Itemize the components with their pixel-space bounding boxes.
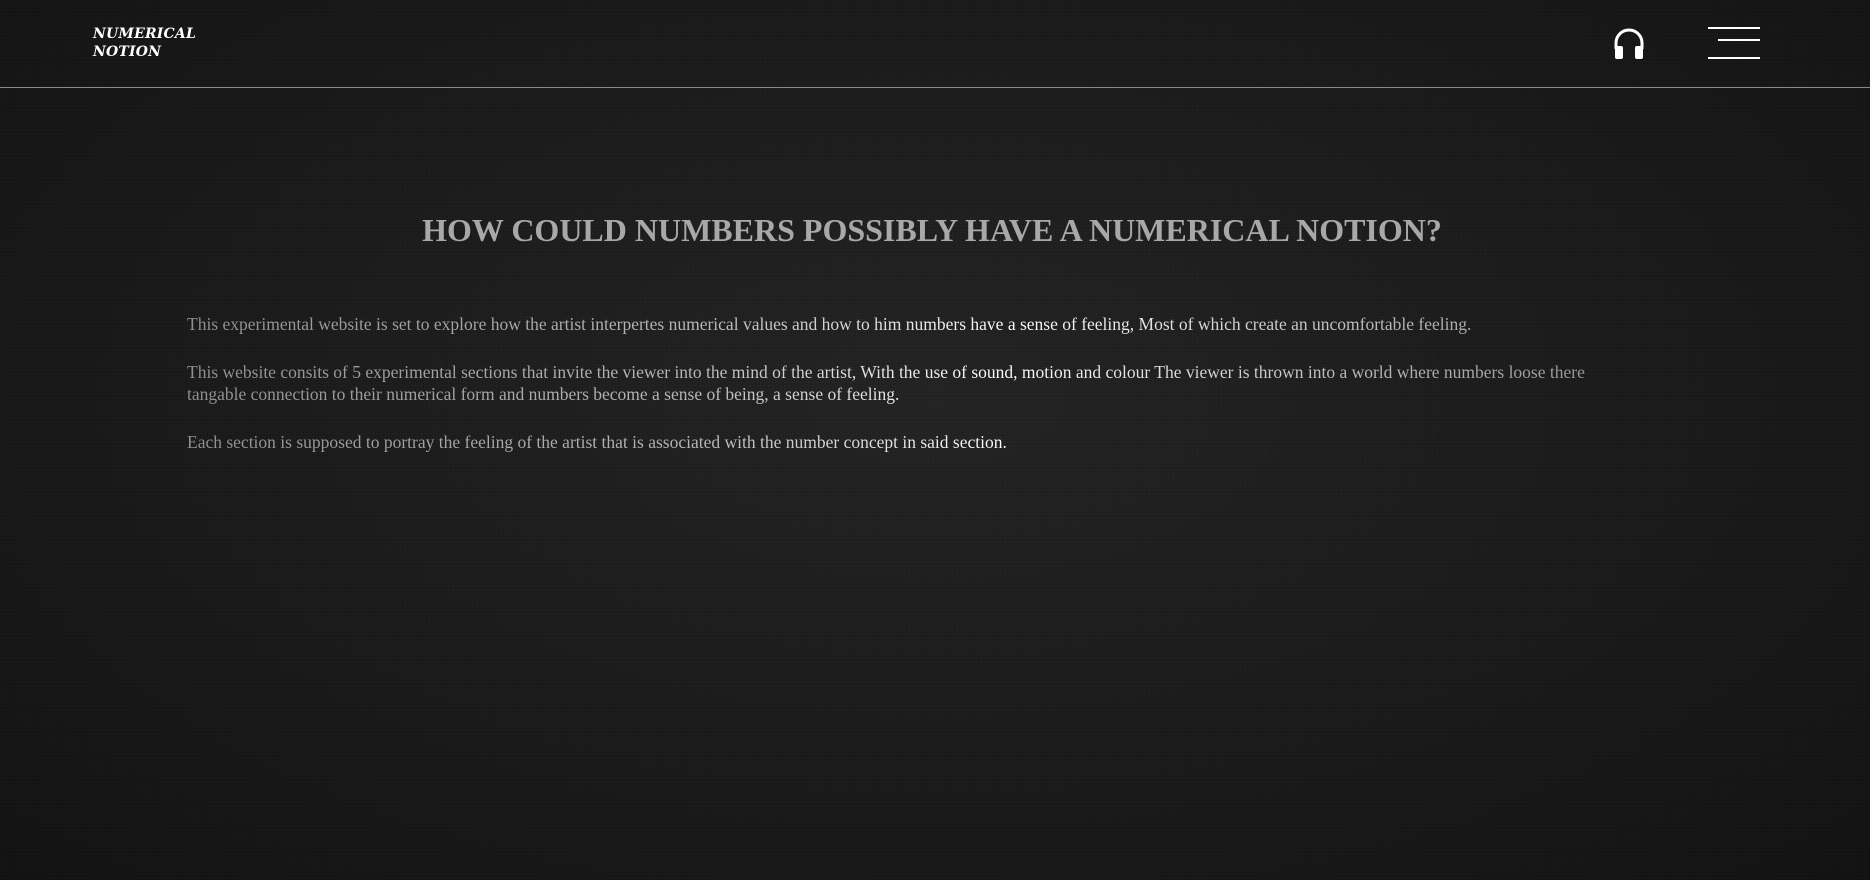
page: NUMERICAL NOTION HOW COULD NUMBERS POSSI… (0, 0, 1870, 881)
logo-line-1: NUMERICAL (93, 26, 197, 42)
site-header: NUMERICAL NOTION (0, 0, 1870, 88)
hamburger-menu-icon (1718, 39, 1760, 41)
hamburger-menu-icon (1708, 57, 1760, 59)
headphones-icon (1614, 28, 1644, 59)
intro-paragraph-3: Each section is supposed to portray the … (187, 431, 1677, 453)
logo-line-2: NOTION (93, 44, 162, 60)
site-logo[interactable]: NUMERICAL NOTION (93, 25, 196, 61)
audio-toggle-button[interactable] (1612, 27, 1646, 61)
intro-paragraph-2: This website consits of 5 experimental s… (187, 361, 1647, 405)
intro-paragraph-1: This experimental website is set to expl… (187, 313, 1677, 335)
hamburger-menu-icon (1708, 27, 1760, 29)
menu-button[interactable] (1708, 25, 1760, 61)
page-title: HOW COULD NUMBERS POSSIBLY HAVE A NUMERI… (422, 212, 1442, 248)
main-stage: NUMERICAL NOTION HOW COULD NUMBERS POSSI… (0, 0, 1870, 880)
